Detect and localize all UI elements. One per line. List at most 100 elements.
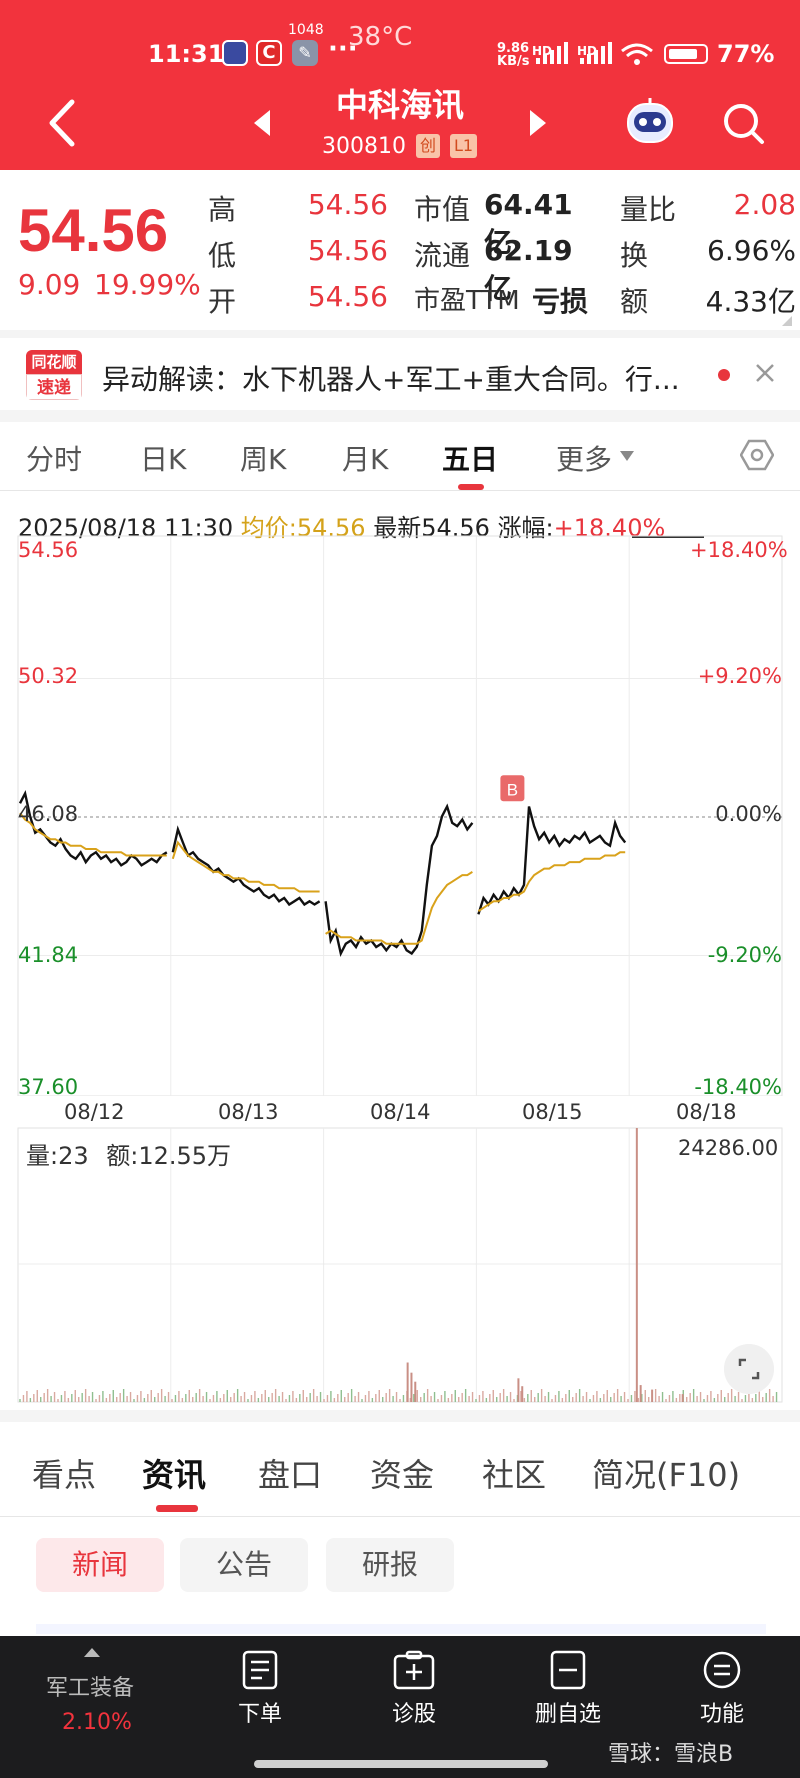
expand-quote-corner[interactable] xyxy=(782,316,792,326)
amount-label: 额 xyxy=(620,285,649,318)
fullscreen-icon[interactable] xyxy=(724,1344,774,1394)
tab-order-book[interactable]: 盘口 xyxy=(258,1450,322,1496)
divider xyxy=(0,410,800,422)
tab-separator xyxy=(0,490,800,491)
stock-detail-page: 11:31 C ✎ 1048 ··· 38°C 9.86 KB/s HD HD xyxy=(0,0,800,1778)
chevron-down-icon[interactable] xyxy=(620,451,634,461)
five-day-price-chart[interactable]: B xyxy=(0,530,800,1096)
order-icon xyxy=(242,1650,278,1690)
x-tick-0: 08/12 xyxy=(64,1100,125,1124)
menu-icon xyxy=(703,1651,741,1689)
y-right-tick-2: 0.00% xyxy=(715,802,782,826)
signal-icon-1 xyxy=(536,42,568,64)
high-label: 高 xyxy=(208,193,237,226)
bottom-toolbar: 军工装备 2.10% 下单 诊股 删自选 功能 雪球：雪浪B xyxy=(0,1636,800,1778)
tab-more[interactable]: 更多 xyxy=(556,438,612,478)
avg-line-day-2 xyxy=(171,840,320,893)
market-cap-label: 市值 xyxy=(414,193,471,226)
wifi-icon xyxy=(621,43,653,65)
remove-watchlist-icon xyxy=(550,1650,586,1690)
tab-capital-flow[interactable]: 资金 xyxy=(370,1450,434,1496)
board-badge: 创 xyxy=(416,134,441,158)
menu-label: 功能 xyxy=(699,1702,744,1727)
logo-bottom-text: 速递 xyxy=(26,374,82,400)
status-bar: 11:31 C ✎ 1048 ··· 38°C 9.86 KB/s HD HD xyxy=(0,22,800,78)
volume-ratio-label: 量比 xyxy=(620,193,677,226)
logo-top-text: 同花顺 xyxy=(26,350,82,374)
menu-button[interactable]: 功能 xyxy=(672,1650,772,1728)
order-button[interactable]: 下单 xyxy=(210,1650,310,1728)
unread-dot xyxy=(718,369,730,381)
price-line-day-4 xyxy=(477,806,627,915)
price-line-day-2 xyxy=(171,825,321,907)
alert-text[interactable]: 异动解读：水下机器人+军工+重大合同。行... xyxy=(102,358,702,398)
content-tab-separator xyxy=(0,1516,800,1517)
notification-count: 1048 xyxy=(288,22,324,38)
close-icon[interactable] xyxy=(752,360,778,386)
diagnose-button[interactable]: 诊股 xyxy=(364,1650,464,1728)
list-top-fade xyxy=(36,1624,766,1634)
y-right-tick-1: +9.20% xyxy=(697,664,782,688)
temperature: 38°C xyxy=(348,22,413,52)
volume-amount-label: 额:12.55万 xyxy=(106,1142,232,1170)
tab-five-day[interactable]: 五日 xyxy=(442,438,498,478)
order-label: 下单 xyxy=(237,1702,282,1727)
x-tick-2: 08/14 xyxy=(370,1100,431,1124)
x-tick-1: 08/13 xyxy=(218,1100,279,1124)
y-left-tick-3: 41.84 xyxy=(18,943,79,967)
active-tab-indicator xyxy=(156,1505,198,1512)
search-icon[interactable] xyxy=(722,102,766,146)
volume-info: 量:23 额:12.55万 xyxy=(26,1136,231,1171)
tab-f10-overview[interactable]: 简况(F10) xyxy=(592,1450,740,1496)
battery-icon xyxy=(664,44,708,64)
y-right-tick-3: -9.20% xyxy=(707,943,782,967)
remove-watchlist-label: 删自选 xyxy=(534,1702,601,1727)
stock-code: 300810 xyxy=(322,134,406,159)
tab-intraday[interactable]: 分时 xyxy=(26,438,82,478)
tab-monthly-k[interactable]: 月K xyxy=(342,438,388,478)
y-right-tick-4: -18.40% xyxy=(694,1075,782,1099)
low-label: 低 xyxy=(208,239,237,272)
price-line-day-3 xyxy=(324,803,474,958)
amount-value: 4.33亿 xyxy=(705,285,796,318)
prev-stock-icon[interactable] xyxy=(250,108,274,138)
network-speed-unit: KB/s xyxy=(497,54,530,69)
sector-name[interactable]: 军工装备 xyxy=(46,1670,134,1702)
chart-settings-icon[interactable] xyxy=(740,438,774,472)
tab-news[interactable]: 资讯 xyxy=(142,1450,206,1496)
tab-community[interactable]: 社区 xyxy=(482,1450,546,1496)
home-indicator[interactable] xyxy=(254,1760,548,1768)
robot-assistant-icon[interactable] xyxy=(624,96,676,148)
chip-announcements[interactable]: 公告 xyxy=(180,1538,308,1592)
avg-line-day-3 xyxy=(325,871,473,945)
open-value: 54.56 xyxy=(307,280,388,313)
chip-news[interactable]: 新闻 xyxy=(36,1538,164,1592)
divider xyxy=(0,1410,800,1422)
x-tick-4: 08/18 xyxy=(676,1100,737,1124)
price-change: 9.09 xyxy=(18,268,81,301)
tab-daily-k[interactable]: 日K xyxy=(140,438,186,478)
chart-frame xyxy=(17,535,783,1096)
back-icon[interactable] xyxy=(42,98,82,148)
remove-watchlist-button[interactable]: 删自选 xyxy=(518,1650,618,1728)
tab-highlights[interactable]: 看点 xyxy=(32,1450,96,1496)
tab-weekly-k[interactable]: 周K xyxy=(240,438,286,478)
pe-ttm-value: 亏损 xyxy=(532,285,589,318)
high-value: 54.56 xyxy=(307,188,388,221)
app-notification-icon xyxy=(222,40,248,66)
next-stock-icon[interactable] xyxy=(526,108,550,138)
expand-up-icon[interactable] xyxy=(84,1648,100,1657)
level-badge: L1 xyxy=(450,134,478,158)
open-label: 开 xyxy=(208,285,237,318)
x-tick-3: 08/15 xyxy=(522,1100,583,1124)
volume-ratio-value: 2.08 xyxy=(733,188,796,221)
price-change-pct: 19.99% xyxy=(94,268,201,301)
watermark: 雪球：雪浪B xyxy=(608,1742,734,1767)
diagnose-label: 诊股 xyxy=(391,1702,436,1727)
chip-research[interactable]: 研报 xyxy=(326,1538,454,1592)
signal-icon-2 xyxy=(580,42,612,64)
wrench-icon: ✎ xyxy=(292,40,318,66)
c-app-icon: C xyxy=(256,40,282,66)
volume-label: 量:23 xyxy=(26,1142,89,1170)
y-right-tick-0: +18.40% xyxy=(690,538,788,562)
